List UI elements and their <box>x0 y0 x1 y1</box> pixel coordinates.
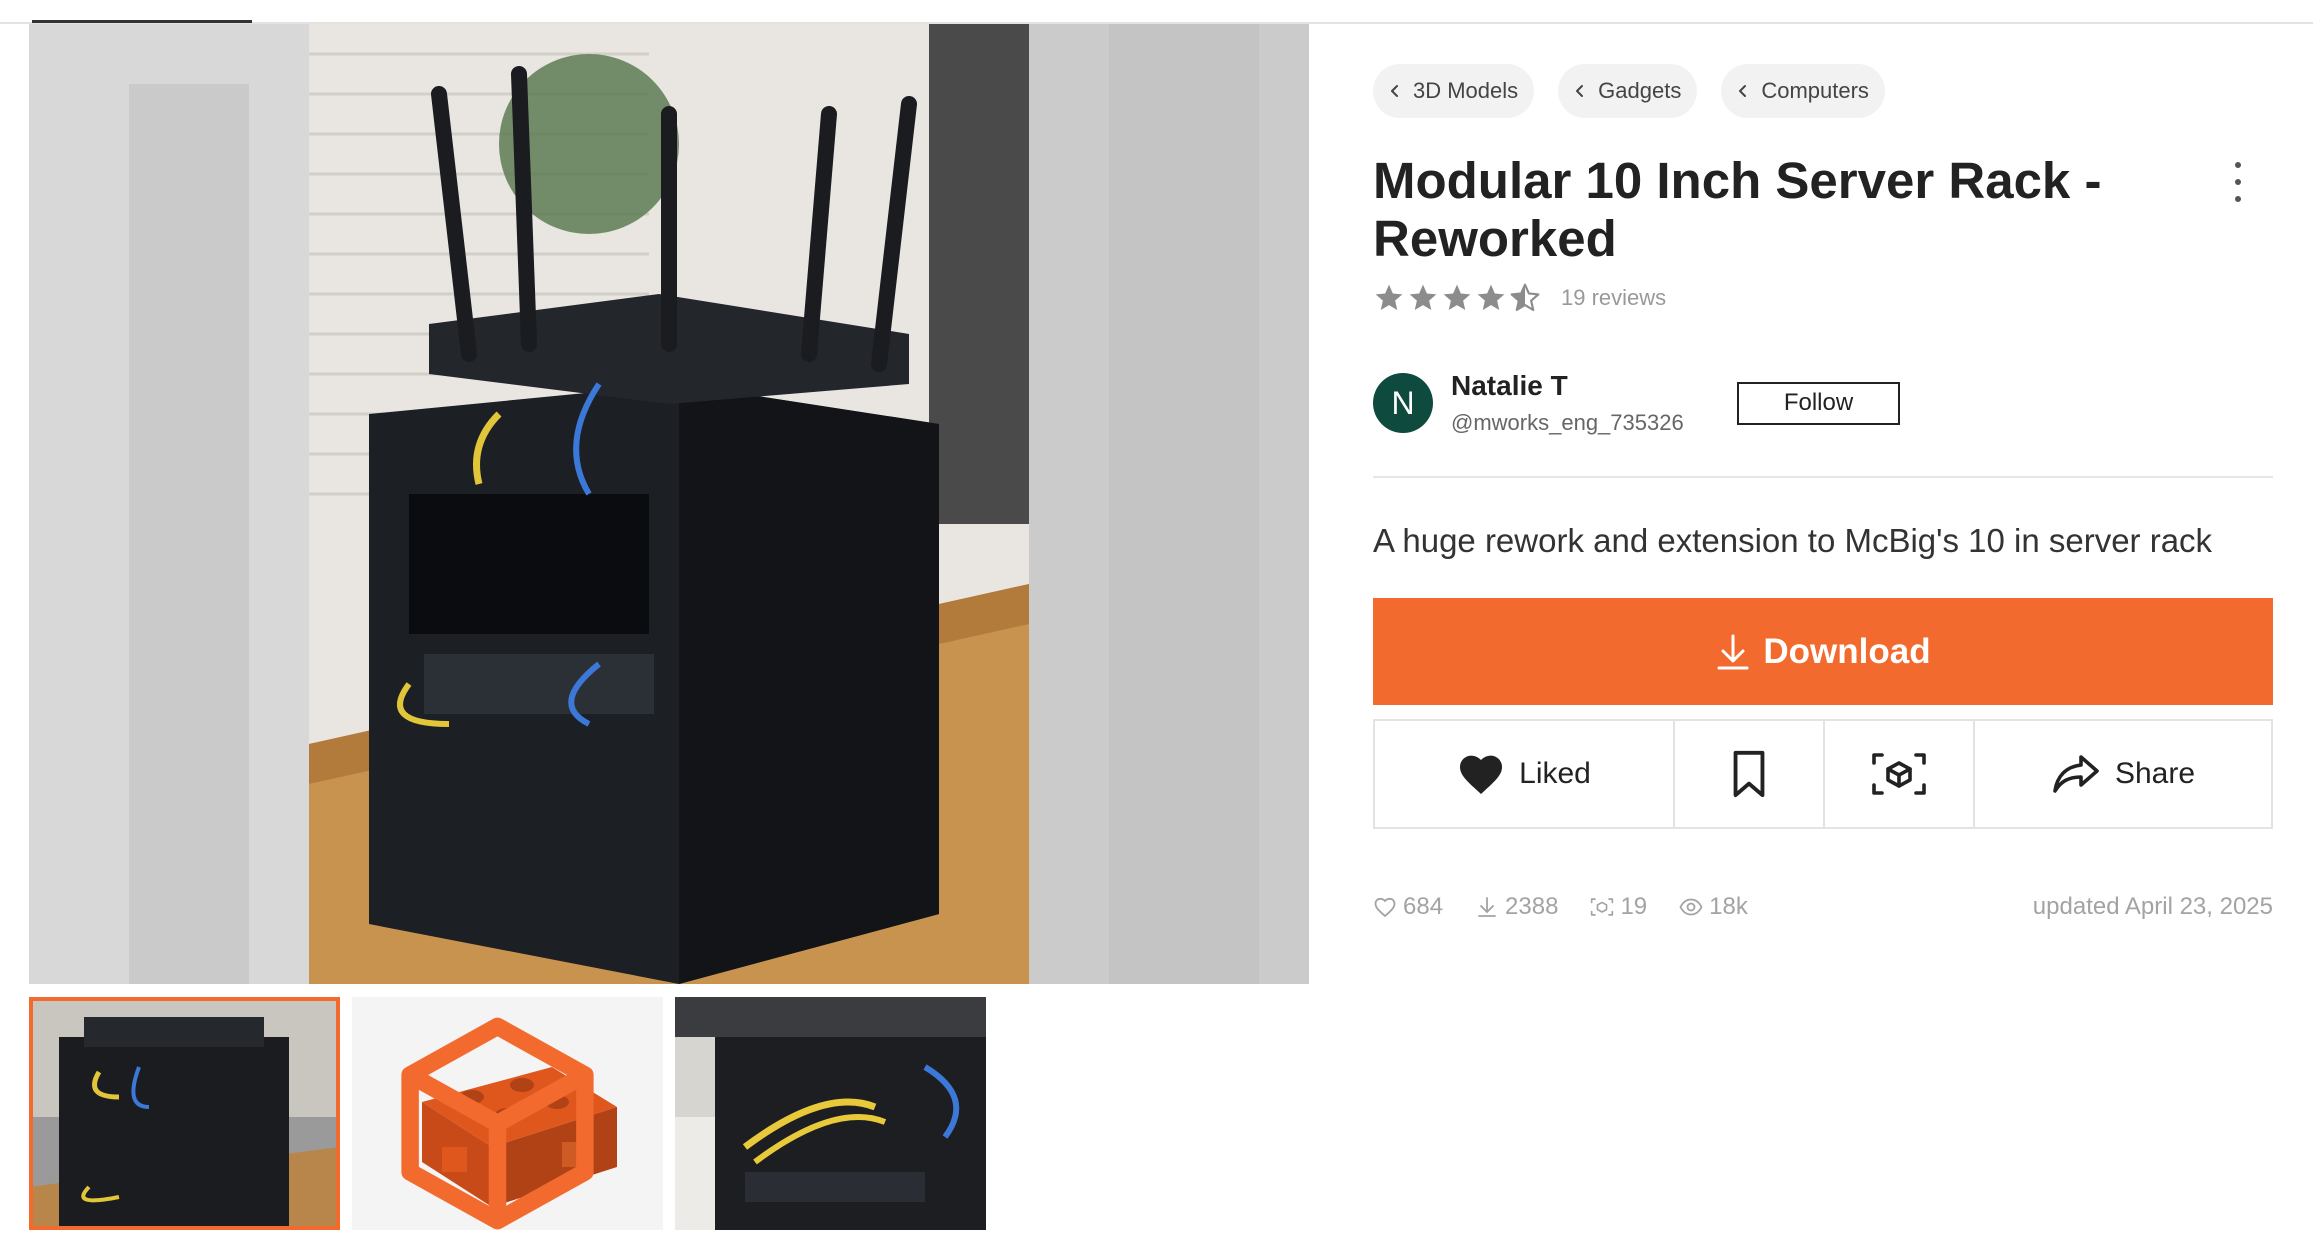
views-value: 18k <box>1709 893 1748 920</box>
share-label: Share <box>2114 757 2196 790</box>
likes-count: 684 <box>1373 893 1443 921</box>
more-options-button[interactable] <box>2225 158 2251 206</box>
star-icon <box>1375 284 1403 310</box>
rating: 19 reviews <box>1373 282 2273 314</box>
makes-value: 19 <box>1620 893 1648 920</box>
star-half-icon <box>1510 283 1540 312</box>
bookmark-button[interactable] <box>1675 721 1825 827</box>
author-handle: @mworks_eng_735326 <box>1451 410 1684 435</box>
download-icon <box>1478 897 1496 917</box>
model-stats: 684 2388 19 18k updated April 23, 2025 <box>1373 893 2273 921</box>
ar-view-button[interactable] <box>1825 721 1975 827</box>
like-button[interactable]: Liked <box>1375 721 1675 827</box>
breadcrumb-3d-models[interactable]: 3D Models <box>1373 64 1535 118</box>
divider <box>1373 476 2273 478</box>
share-icon <box>2053 755 2099 793</box>
download-label: Download <box>1763 631 1931 671</box>
share-button[interactable]: Share <box>1975 721 2271 827</box>
views-count: 18k <box>1679 893 1748 921</box>
author-block: N Natalie T @mworks_eng_735326 Follow <box>1373 370 2273 436</box>
model-info-panel: 3D Models Gadgets Computers Modular 10 I… <box>1373 64 2273 921</box>
downloads-value: 2388 <box>1505 893 1559 920</box>
ar-view-icon <box>1872 753 1926 795</box>
downloads-count: 2388 <box>1475 893 1558 921</box>
breadcrumb: 3D Models Gadgets Computers <box>1373 64 2273 118</box>
star-icon <box>1477 284 1505 310</box>
chevron-left-icon <box>1739 85 1747 97</box>
more-vertical-icon <box>2235 162 2241 168</box>
chevron-left-icon <box>1391 85 1398 97</box>
heart-icon <box>1460 755 1503 794</box>
avatar[interactable]: N <box>1373 373 1433 433</box>
active-tab-indicator <box>32 20 252 23</box>
main-gallery-image[interactable] <box>29 24 1309 984</box>
breadcrumb-label: Gadgets <box>1598 78 1682 103</box>
cube-icon <box>401 1017 594 1230</box>
model-summary: A huge rework and extension to McBig's 1… <box>1373 522 2213 559</box>
thumbnail-photo-1[interactable] <box>29 997 340 1230</box>
bookmark-icon <box>1733 750 1765 798</box>
action-bar: Liked Share <box>1373 719 2273 829</box>
breadcrumb-label: 3D Models <box>1413 78 1519 103</box>
download-icon <box>1717 634 1749 669</box>
updated-date: updated April 23, 2025 <box>2032 893 2273 920</box>
heart-icon <box>1374 897 1396 918</box>
download-button[interactable]: Download <box>1373 598 2273 705</box>
author-name[interactable]: Natalie T <box>1451 370 1707 402</box>
eye-icon <box>1679 898 1703 916</box>
chevron-left-icon <box>1576 85 1584 97</box>
breadcrumb-label: Computers <box>1761 78 1869 103</box>
star-icon <box>1409 284 1437 310</box>
likes-value: 684 <box>1403 893 1444 920</box>
like-label: Liked <box>1519 757 1591 790</box>
star-icon <box>1443 284 1471 310</box>
model-title: Modular 10 Inch Server Rack - Reworked <box>1373 152 2102 267</box>
makes-count: 19 <box>1590 893 1647 921</box>
reviews-link[interactable]: 19 reviews <box>1561 285 1666 311</box>
follow-button[interactable]: Follow <box>1737 381 1900 425</box>
breadcrumb-gadgets[interactable]: Gadgets <box>1558 64 1698 118</box>
thumbnail-3d-model[interactable] <box>352 997 663 1230</box>
thumbnail-photo-2[interactable] <box>675 997 986 1230</box>
ar-view-icon <box>1591 898 1614 916</box>
star-rating <box>1373 282 1541 314</box>
breadcrumb-computers[interactable]: Computers <box>1721 64 1885 118</box>
